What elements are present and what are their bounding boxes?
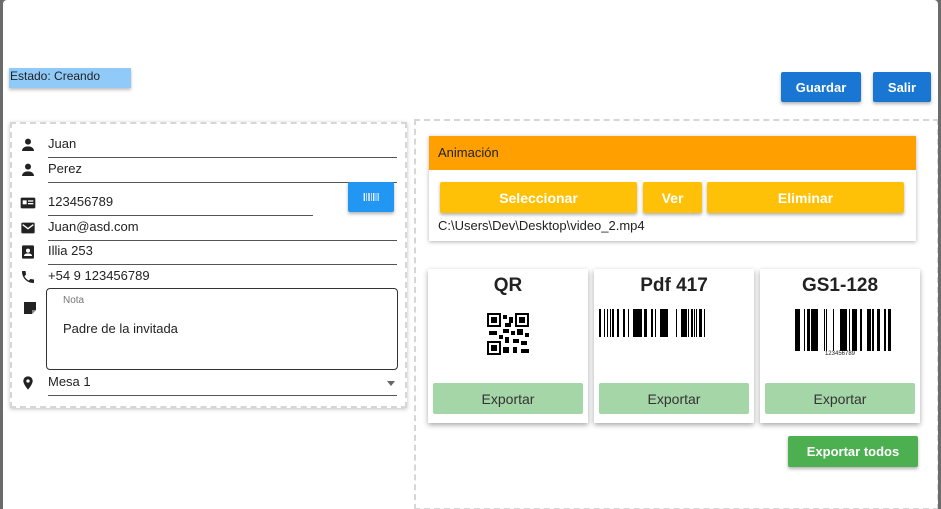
qr-title: QR [493,275,523,296]
animation-card: Animación Seleccionar Ver Eliminar C:\Us… [429,136,916,241]
guest-form: Juan Perez 123456789 Juan@asd.com Illia … [10,122,407,408]
email-field[interactable]: Juan@asd.com [48,216,397,241]
address-row: Illia 253 [20,240,397,265]
table-row-select: Mesa 1 [20,371,397,396]
phone-icon [20,269,36,285]
gs1-card: GS1-128 123456789 Exportar [760,269,920,423]
status-badge: Estado: Creando [9,68,131,88]
view-file-button[interactable]: Ver [643,182,702,213]
table-select[interactable]: Mesa 1 [48,371,397,396]
note-label: Nota [63,295,85,306]
scan-barcode-button[interactable] [348,182,394,212]
delete-file-button[interactable]: Eliminar [707,182,904,213]
barcode-icon [348,192,394,202]
contact-icon [20,244,36,260]
export-gs1-button[interactable]: Exportar [765,383,915,414]
file-path: C:\Users\Dev\Desktop\video_2.mp4 [438,218,645,233]
phone-row: +54 9 123456789 [20,265,397,289]
save-button[interactable]: Guardar [781,72,861,102]
export-qr-button[interactable]: Exportar [433,383,583,414]
pdf417-code-image [599,309,705,337]
location-icon [20,375,36,391]
email-row: Juan@asd.com [20,216,397,241]
select-file-button[interactable]: Seleccionar [440,182,637,213]
gs1-caption: 123456789 [824,351,856,357]
last-name-field[interactable]: Perez [48,158,397,183]
email-icon [20,220,36,236]
id-card-icon [20,195,36,211]
first-name-row: Juan [20,133,397,158]
pdf417-card: Pdf 417 Exportar [594,269,754,423]
last-name-row: Perez [20,158,397,183]
person-icon [20,162,36,178]
animation-header: Animación [429,136,916,170]
first-name-field[interactable]: Juan [48,133,397,158]
gs1-code-image [795,309,891,351]
note-textarea[interactable]: Nota Padre de la invitada [46,288,398,370]
document-field[interactable]: 123456789 [48,191,313,216]
export-pdf417-button[interactable]: Exportar [599,383,749,414]
gs1-title: GS1-128 [801,275,879,296]
media-panel: Animación Seleccionar Ver Eliminar C:\Us… [414,119,938,509]
person-icon [20,137,36,153]
pdf417-title: Pdf 417 [640,275,708,296]
guest-dialog: Estado: Creando Guardar Salir Juan Perez… [3,0,938,509]
chevron-down-icon[interactable] [387,381,395,386]
qr-code-image [487,313,529,355]
note-icon [22,300,38,316]
export-all-button[interactable]: Exportar todos [788,436,918,467]
qr-card: QR Exportar [428,269,588,423]
phone-field[interactable]: +54 9 123456789 [48,265,397,289]
document-row: 123456789 [20,191,313,216]
note-value: Padre de la invitada [63,321,178,336]
address-field[interactable]: Illia 253 [48,240,397,265]
exit-button[interactable]: Salir [873,72,931,102]
